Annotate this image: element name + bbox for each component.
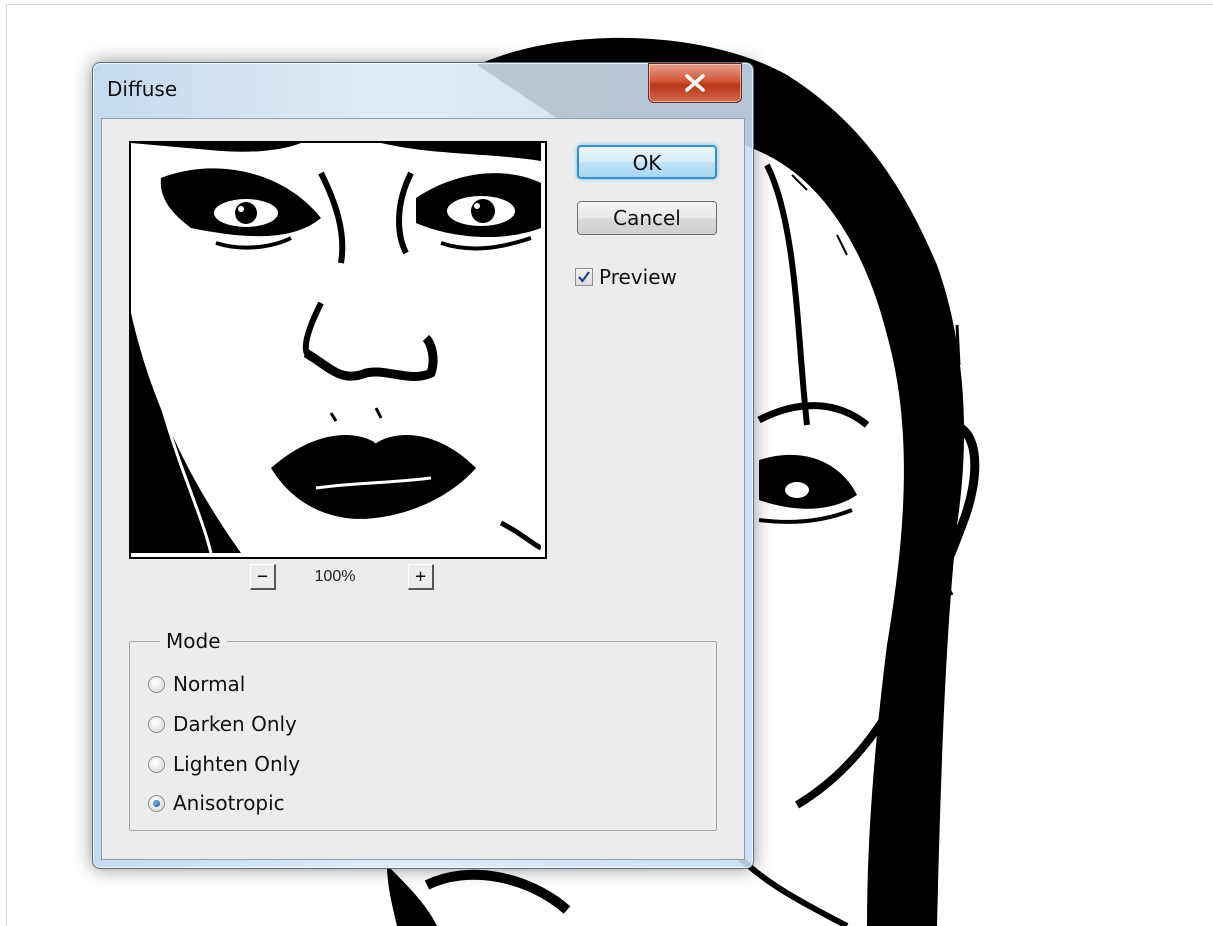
mode-option-normal[interactable]: Normal — [148, 672, 245, 696]
mode-option-label: Darken Only — [173, 712, 297, 736]
close-button[interactable] — [648, 63, 742, 103]
close-x-icon — [685, 74, 705, 92]
checkmark-icon — [578, 271, 590, 283]
radio-lighten-only[interactable] — [148, 755, 165, 773]
diffuse-dialog: Diffuse − 100% + OK Cancel Preview Mode … — [92, 62, 754, 869]
mode-option-label: Normal — [173, 672, 246, 696]
mode-option-anisotropic[interactable]: Anisotropic — [148, 791, 285, 815]
mode-option-lighten-only[interactable]: Lighten Only — [148, 752, 300, 776]
mode-option-darken-only[interactable]: Darken Only — [148, 712, 297, 736]
zoom-level: 100% — [314, 568, 356, 585]
dialog-title: Diffuse — [107, 77, 178, 101]
zoom-in-button[interactable]: + — [408, 564, 434, 590]
preview-image — [131, 143, 543, 554]
mode-legend: Mode — [160, 629, 227, 653]
radio-normal[interactable] — [148, 675, 165, 693]
dialog-body: − 100% + OK Cancel Preview Mode Normal D… — [101, 118, 745, 860]
radio-anisotropic[interactable] — [148, 794, 165, 812]
preview-label: Preview — [599, 265, 677, 289]
cancel-button[interactable]: Cancel — [577, 201, 717, 235]
zoom-out-button[interactable]: − — [250, 564, 276, 590]
mode-group: Mode Normal Darken Only Lighten Only Ani… — [129, 629, 717, 831]
ok-button[interactable]: OK — [577, 145, 717, 179]
preview-toggle[interactable]: Preview — [575, 265, 677, 289]
radio-darken-only[interactable] — [148, 715, 165, 733]
mode-option-label: Lighten Only — [173, 752, 301, 776]
radio-selected-dot — [153, 799, 160, 807]
preview-checkbox[interactable] — [575, 268, 593, 286]
filter-preview[interactable] — [129, 141, 547, 559]
mode-option-label: Anisotropic — [173, 791, 285, 815]
